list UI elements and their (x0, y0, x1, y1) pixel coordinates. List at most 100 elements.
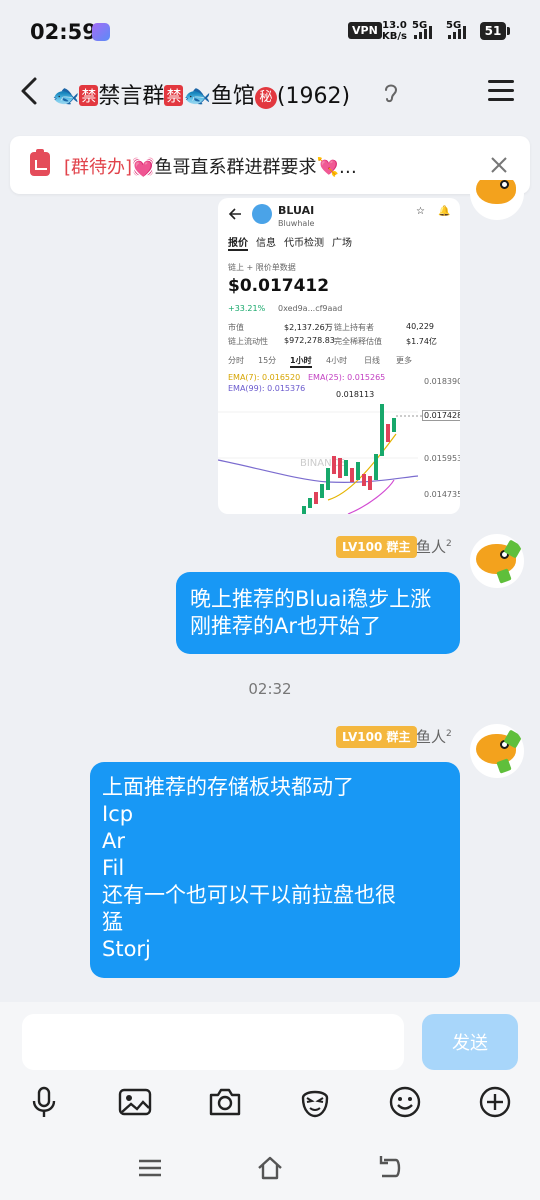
plus-icon[interactable] (477, 1084, 513, 1120)
emoji-icon[interactable] (387, 1084, 423, 1120)
ema25-label: EMA(25): 0.015265 (308, 373, 386, 382)
pinned-message: 💓鱼哥直系群进群要求💘… (132, 157, 357, 178)
message-line: 晚上推荐的Bluai稳步上涨 (190, 587, 432, 611)
tab-token-check: 代币检测 (284, 238, 324, 249)
contract-address: 0xed9a...cf9aad (278, 304, 343, 313)
battery-tip (507, 27, 510, 35)
tab-info: 信息 (256, 238, 276, 249)
message-line: 上面推荐的存储板块都动了 (102, 775, 354, 799)
signal-bars-icon (414, 26, 432, 39)
back-icon[interactable] (18, 76, 40, 106)
chat-header: 🐟 禁禁言群 禁🐟鱼馆秘 (1962) (0, 62, 540, 126)
message-bubble[interactable]: 晚上推荐的Bluai稳步上涨 刚推荐的Ar也开始了 (176, 572, 460, 654)
back-icon (228, 208, 241, 220)
sender-name-text: 鱼人 (416, 538, 447, 556)
back-nav-icon[interactable] (376, 1154, 404, 1182)
member-count: (1962) (276, 84, 351, 109)
clipboard-icon (30, 149, 50, 176)
composer: 发送 (0, 1002, 540, 1200)
ban-emoji: 禁 (164, 85, 184, 106)
microphone-icon[interactable] (26, 1084, 62, 1120)
home-icon[interactable] (256, 1154, 284, 1182)
title-text: 鱼馆 (210, 84, 255, 109)
ema99-label: EMA(99): 0.015376 (228, 384, 306, 393)
app-notification-icon (92, 23, 110, 41)
interval-tab: 4小时 (326, 356, 348, 365)
price-chart (218, 404, 422, 514)
stat-label: 链上流动性 (228, 337, 268, 346)
status-bar: 02:59 VPN 13.0 KB/s 5G 5G 51 (0, 0, 540, 62)
level-badge: LV100 群主 (336, 726, 417, 748)
level-badge: LV100 群主 (336, 536, 417, 558)
secret-emoji: 秘 (254, 87, 277, 109)
interval-tab: 更多 (396, 356, 412, 365)
price-tick: 0.018390 (424, 377, 460, 386)
shared-image[interactable]: BLUAI Bluwhale ☆ 🔔 报价 信息 代币检测 广场 链上 + 限价… (218, 198, 460, 514)
avatar[interactable] (470, 724, 524, 778)
vpn-badge: VPN (348, 22, 382, 39)
camera-icon[interactable] (207, 1084, 243, 1120)
network-speed: 13.0 KB/s (382, 20, 407, 42)
sticker-icon[interactable] (297, 1084, 333, 1120)
price-label: 链上 + 限价单数据 (228, 263, 296, 272)
message-line: Storj (102, 937, 151, 961)
token-sub: Bluwhale (278, 219, 315, 228)
recent-apps-icon[interactable] (136, 1154, 164, 1182)
message-line: 还有一个也可以干以前拉盘也很 (102, 883, 396, 907)
interval-tab: 1小时 (290, 355, 312, 368)
close-icon[interactable] (488, 154, 510, 176)
avatar[interactable] (470, 534, 524, 588)
ban-emoji: 禁 (79, 85, 99, 106)
stat-label: 完全稀释估值 (334, 337, 382, 346)
sender-suffix: 2 (446, 729, 452, 739)
pinned-notice[interactable]: [群待办]💓鱼哥直系群进群要求💘… (10, 136, 530, 194)
star-icon: ☆ (416, 206, 425, 217)
candles (302, 404, 396, 514)
stat-value: $972,278.83 (284, 336, 335, 345)
status-time: 02:59 (30, 20, 97, 44)
stat-value: $2,137.26万 (284, 323, 333, 332)
token-name: BLUAI (278, 204, 315, 217)
interval-tab: 15分 (258, 356, 277, 365)
avatar[interactable] (470, 180, 524, 220)
bell-icon: 🔔 (438, 206, 451, 217)
message-line: Icp (102, 802, 134, 826)
image-icon[interactable] (117, 1084, 153, 1120)
stat-label: 市值 (228, 323, 244, 332)
network-speed-value: 13.0 (382, 20, 407, 31)
price-change: +33.21% (228, 304, 266, 313)
message-line: Ar (102, 829, 125, 853)
fish-emoji: 🐟 (52, 84, 80, 109)
title-text: 禁言群 (98, 84, 165, 109)
pinned-tag: [群待办] (64, 157, 133, 178)
interval-tab: 日线 (364, 356, 380, 365)
message-line: 刚推荐的Ar也开始了 (190, 614, 381, 638)
token-logo-icon (252, 204, 272, 224)
pinned-text: [群待办]💓鱼哥直系群进群要求💘… (64, 153, 357, 179)
ema7-label: EMA(7): 0.016520 (228, 373, 301, 382)
stat-label: 链上持有者 (334, 323, 374, 332)
interval-tab: 分时 (228, 356, 244, 365)
timestamp: 02:32 (248, 680, 292, 698)
sender-name[interactable]: 鱼人2 (416, 536, 452, 557)
menu-icon[interactable] (488, 80, 514, 102)
price-value: $0.017412 (228, 276, 330, 296)
sender-name[interactable]: 鱼人2 (416, 726, 452, 747)
stat-value: $1.74亿 (406, 337, 437, 346)
tab-square: 广场 (332, 238, 352, 249)
message-line: 猛 (102, 910, 123, 934)
message-line: Fil (102, 856, 125, 880)
send-button[interactable]: 发送 (422, 1014, 518, 1070)
sender-name-text: 鱼人 (416, 728, 447, 746)
message-bubble[interactable]: 上面推荐的存储板块都动了 Icp Ar Fil 还有一个也可以干以前拉盘也很 猛… (90, 762, 460, 978)
stat-value: 40,229 (406, 322, 434, 331)
tab-quote: 报价 (228, 234, 248, 251)
signal-bars-icon (448, 26, 466, 39)
network-speed-unit: KB/s (382, 31, 407, 42)
message-input[interactable] (22, 1014, 404, 1070)
battery-icon: 51 (480, 22, 506, 40)
ear-icon (385, 84, 398, 103)
group-title[interactable]: 🐟 禁禁言群 禁🐟鱼馆秘 (1962) (52, 78, 350, 110)
sender-suffix: 2 (446, 539, 452, 549)
fish-emoji: 🐟 (183, 84, 211, 109)
